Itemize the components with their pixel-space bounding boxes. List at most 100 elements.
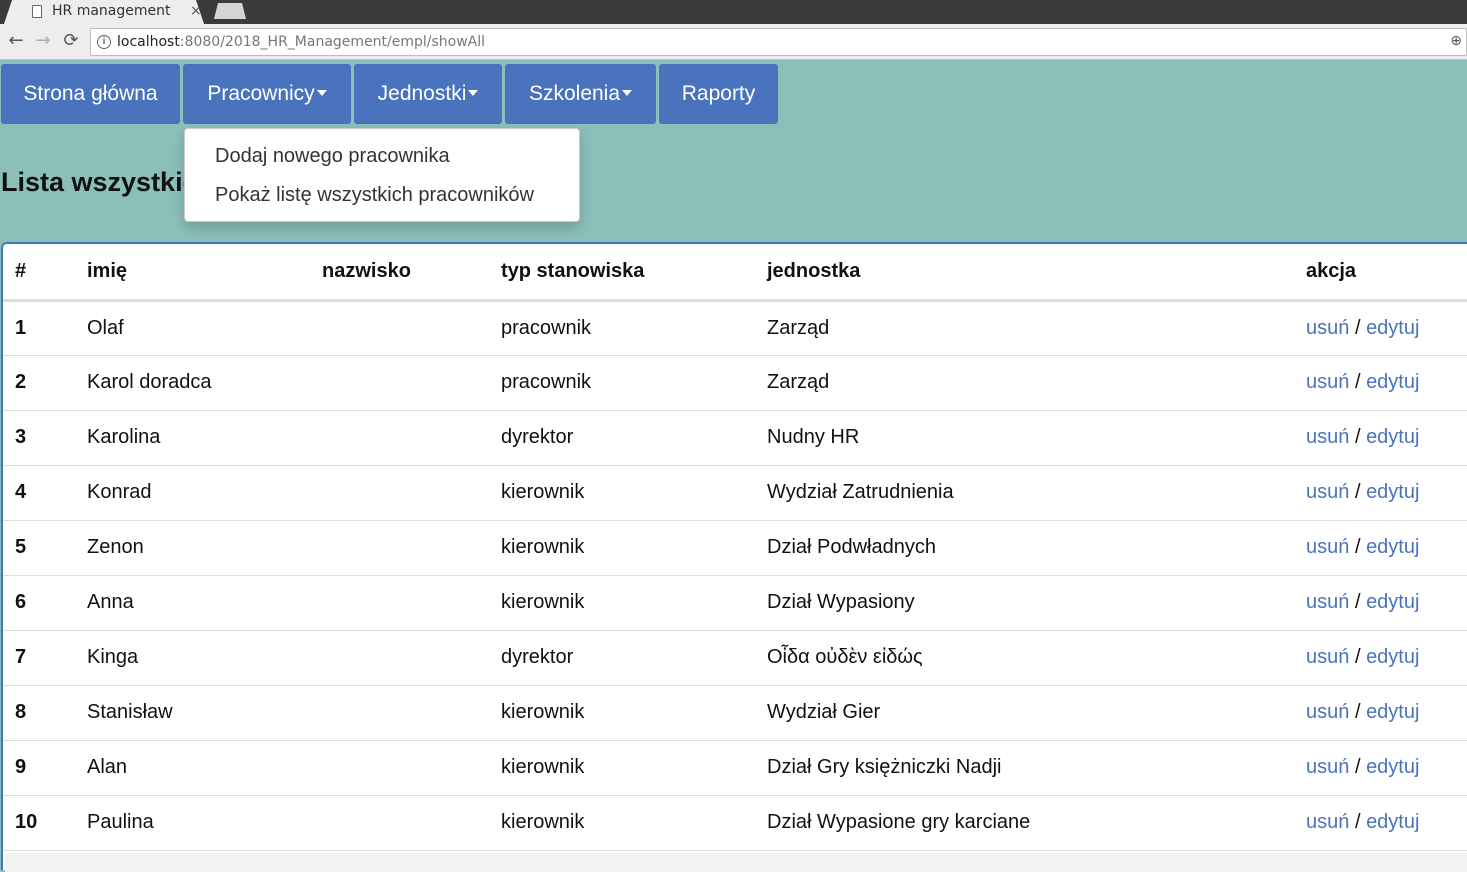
edit-link[interactable]: edytuj: [1366, 811, 1419, 833]
cell-action: usuń / edytuj: [1306, 685, 1467, 741]
url-text[interactable]: localhost:8080/2018_HR_Management/empl/s…: [117, 33, 485, 51]
cell-position-type: kierownik: [501, 465, 767, 521]
action-separator: /: [1354, 481, 1361, 503]
cell-last-name: [322, 630, 501, 686]
url-host: localhost: [117, 34, 180, 50]
edit-link[interactable]: edytuj: [1366, 317, 1419, 339]
table-row: 8 Stanisław kierownik Wydział Gier usuń / ed…: [3, 685, 1467, 741]
delete-link[interactable]: usuń: [1306, 811, 1349, 833]
table-row: 7 Kinga dyrektor Οἶδα οὐδὲν εἰδώς usuń / edy…: [3, 630, 1467, 686]
delete-link[interactable]: usuń: [1306, 756, 1349, 778]
cell-position-type: kierownik: [501, 575, 767, 631]
cell-last-name: [322, 410, 501, 466]
address-bar[interactable]: i localhost:8080/2018_HR_Management/empl…: [90, 28, 1467, 56]
table-row: 4 Konrad kierownik Wydział Zatrudnienia usuń…: [3, 465, 1467, 521]
edit-link[interactable]: edytuj: [1366, 756, 1419, 778]
cell-last-name: [322, 575, 501, 631]
cell-number: 2: [3, 355, 87, 411]
cell-number: 10: [3, 795, 87, 851]
delete-link[interactable]: usuń: [1306, 536, 1349, 558]
action-separator: /: [1354, 426, 1361, 448]
edit-link[interactable]: edytuj: [1366, 536, 1419, 558]
action-separator: /: [1354, 811, 1361, 833]
cell-first-name: Zenon: [87, 520, 322, 576]
cell-position-type: kierownik: [501, 685, 767, 741]
action-separator: /: [1354, 701, 1361, 723]
table-row: 3 Karolina dyrektor Nudny HR usuń / edytuj: [3, 410, 1467, 466]
cell-last-name: [322, 520, 501, 576]
action-separator: /: [1354, 536, 1361, 558]
cell-last-name: [322, 795, 501, 851]
zoom-icon[interactable]: ⊕: [1450, 33, 1462, 49]
delete-link[interactable]: usuń: [1306, 701, 1349, 723]
nav-units-label: Jednostki: [377, 82, 467, 105]
delete-link[interactable]: usuń: [1306, 371, 1349, 393]
url-path: :8080/2018_HR_Management/empl/showAll: [179, 34, 486, 50]
browser-tab-bar: HR management ×: [0, 0, 1467, 24]
action-separator: /: [1354, 646, 1361, 668]
tab-title: HR management: [52, 3, 171, 19]
browser-tab[interactable]: HR management ×: [4, 0, 204, 24]
menu-item-add-employee[interactable]: Dodaj nowego pracownika: [215, 143, 450, 169]
cell-action: usuń / edytuj: [1306, 465, 1467, 521]
cell-first-name: Alan: [87, 740, 322, 796]
cell-position-type: pracownik: [501, 355, 767, 411]
edit-link[interactable]: edytuj: [1366, 591, 1419, 613]
cell-action: usuń / edytuj: [1306, 630, 1467, 686]
cell-position-type: dyrektor: [501, 630, 767, 686]
cell-unit: Zarząd: [767, 355, 1306, 411]
menu-item-show-all-employees[interactable]: Pokaż listę wszystkich pracowników: [215, 182, 534, 208]
cell-number: 3: [3, 410, 87, 466]
cell-unit: Dział Wypasione gry karciane: [767, 795, 1306, 851]
column-header-number: #: [3, 244, 87, 302]
edit-link[interactable]: edytuj: [1366, 371, 1419, 393]
delete-link[interactable]: usuń: [1306, 481, 1349, 503]
forward-arrow-icon[interactable]: →: [32, 30, 54, 52]
nav-reports-button[interactable]: Raporty: [659, 64, 778, 124]
cell-position-type: kierownik: [501, 740, 767, 796]
table-header-row: # imię nazwisko typ stanowiska jednostka…: [3, 244, 1467, 302]
cell-unit: Zarząd: [767, 300, 1306, 356]
cell-unit: Οἶδα οὐδὲν εἰδώς: [767, 630, 1306, 686]
cell-action: usuń / edytuj: [1306, 355, 1467, 411]
delete-link[interactable]: usuń: [1306, 426, 1349, 448]
action-separator: /: [1354, 316, 1361, 339]
edit-link[interactable]: edytuj: [1366, 426, 1419, 448]
nav-home-button[interactable]: Strona główna: [1, 64, 180, 124]
cell-position-type: pracownik: [501, 300, 767, 356]
cell-unit: Nudny HR: [767, 410, 1306, 466]
nav-employees-button[interactable]: Pracownicy: [183, 64, 351, 124]
edit-link[interactable]: edytuj: [1366, 701, 1419, 723]
edit-link[interactable]: edytuj: [1366, 481, 1419, 503]
action-separator: /: [1354, 756, 1361, 778]
new-tab-button[interactable]: [214, 3, 246, 19]
reload-icon[interactable]: ⟳: [60, 30, 82, 52]
cell-first-name: Stanisław: [87, 685, 322, 741]
cell-last-name: [322, 300, 501, 356]
info-icon[interactable]: i: [97, 35, 111, 49]
back-arrow-icon[interactable]: ←: [5, 30, 27, 52]
page-content: Strona główna Pracownicy Jednostki Szkol…: [0, 61, 1467, 872]
nav-trainings-button[interactable]: Szkolenia: [505, 64, 656, 124]
column-header-position-type: typ stanowiska: [501, 244, 767, 302]
table-row: 1 Olaf pracownik Zarząd usuń / edytuj: [3, 300, 1467, 356]
table-row: 10 Paulina kierownik Dział Wypasione gry ka…: [3, 795, 1467, 851]
cell-action: usuń / edytuj: [1306, 795, 1467, 851]
nav-units-button[interactable]: Jednostki: [354, 64, 502, 124]
nav-home-label: Strona główna: [23, 82, 158, 105]
caret-down-icon: [622, 89, 633, 96]
tab-close-icon[interactable]: ×: [190, 2, 202, 20]
action-separator: /: [1354, 371, 1361, 393]
cell-unit: Dział Wypasiony: [767, 575, 1306, 631]
cell-unit: Dział Gry księżniczki Nadji: [767, 740, 1306, 796]
caret-down-icon: [316, 89, 327, 96]
column-header-last-name: nazwisko: [322, 244, 501, 302]
cell-unit: Wydział Gier: [767, 685, 1306, 741]
delete-link[interactable]: usuń: [1306, 591, 1349, 613]
delete-link[interactable]: usuń: [1306, 646, 1349, 668]
edit-link[interactable]: edytuj: [1366, 646, 1419, 668]
cell-action: usuń / edytuj: [1306, 520, 1467, 576]
employees-dropdown-menu: Dodaj nowego pracownika Pokaż listę wszy…: [184, 128, 580, 222]
cell-number: 4: [3, 465, 87, 521]
delete-link[interactable]: usuń: [1306, 317, 1349, 339]
